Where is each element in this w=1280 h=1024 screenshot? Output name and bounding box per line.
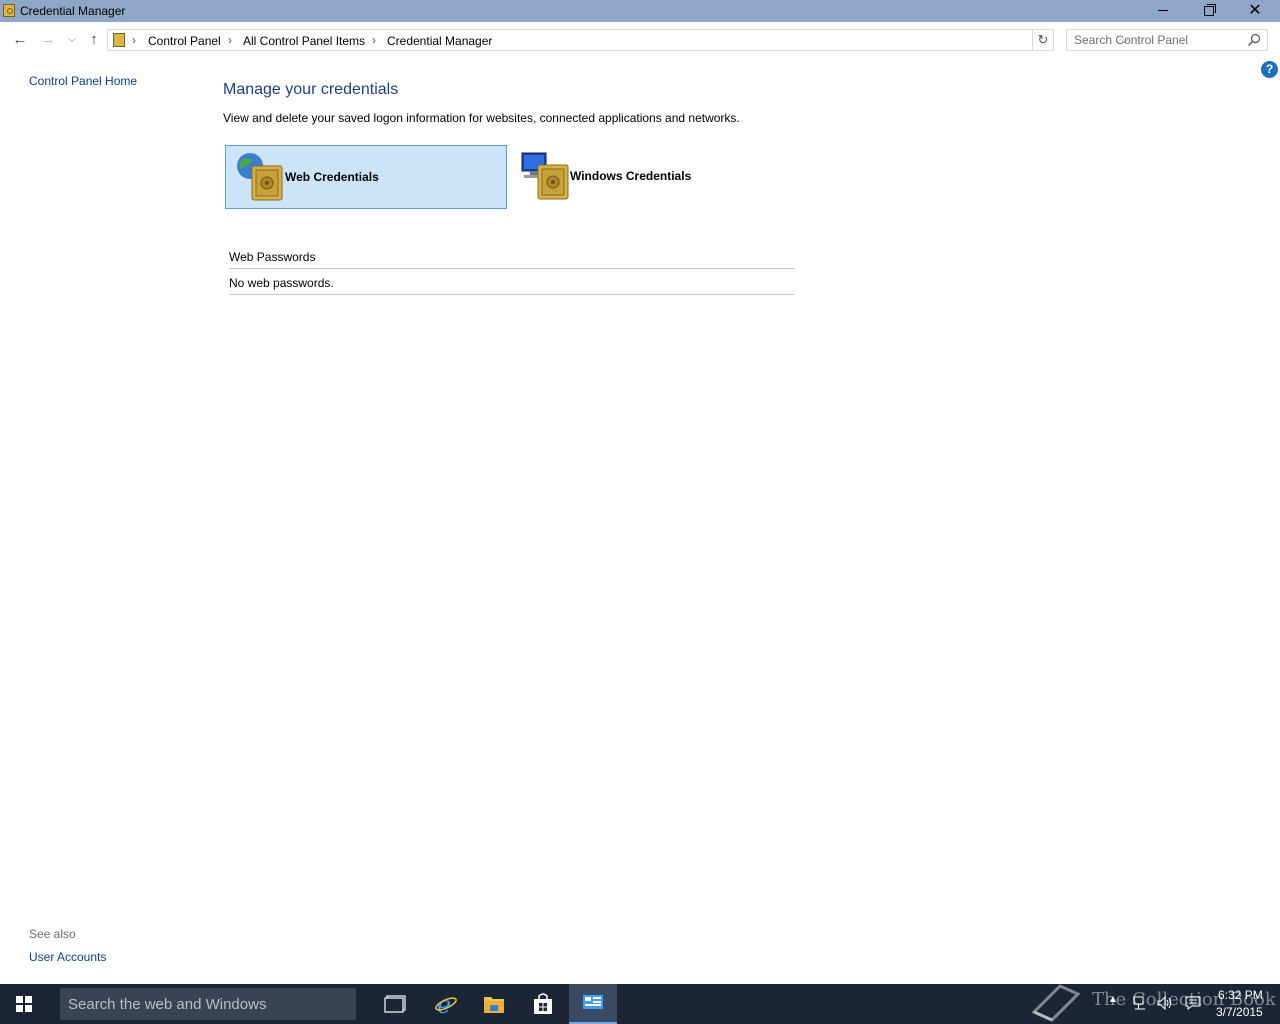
task-view-button[interactable] (370, 984, 418, 1024)
recent-locations-button[interactable]: ⌵ (62, 30, 82, 50)
windows-logo-icon (16, 996, 32, 1012)
windows-credentials-label: Windows Credentials (570, 169, 692, 183)
clock-time[interactable]: 6:32 PM (1218, 988, 1263, 1002)
address-bar[interactable]: › Control Panel › All Control Panel Item… (107, 29, 1128, 51)
computer-safe-icon (521, 152, 569, 200)
control-panel-icon (113, 33, 125, 47)
arrow-left-icon: ← (12, 31, 28, 48)
refresh-button[interactable]: ↻ (1033, 29, 1054, 51)
refresh-icon: ↻ (1037, 32, 1049, 47)
file-explorer-button[interactable] (470, 984, 518, 1024)
user-accounts-link[interactable]: User Accounts (29, 950, 106, 964)
title-bar: Credential Manager ✕ (0, 0, 1280, 22)
close-icon: ✕ (1248, 2, 1262, 19)
arrow-right-icon: → (40, 31, 56, 48)
arrow-up-icon: ↑ (90, 31, 98, 48)
search-input[interactable] (1074, 33, 1244, 47)
action-center-icon[interactable] (1185, 995, 1201, 1011)
page-title: Manage your credentials (223, 81, 399, 98)
control-panel-icon (583, 995, 603, 1009)
control-panel-home-link[interactable]: Control Panel Home (29, 74, 137, 88)
window-title: Credential Manager (20, 4, 126, 18)
restore-button[interactable] (1186, 0, 1232, 22)
breadcrumb-credential-manager[interactable]: Credential Manager (387, 34, 492, 48)
breadcrumb-all-items[interactable]: All Control Panel Items (243, 34, 365, 48)
taskbar-search-box[interactable]: Search the web and Windows (60, 988, 356, 1020)
web-credentials-label: Web Credentials (285, 170, 379, 184)
windows-credentials-tile[interactable]: Windows Credentials (512, 145, 794, 209)
chevron-right-icon[interactable]: › (228, 33, 232, 47)
minimize-icon (1158, 10, 1168, 11)
search-box[interactable] (1066, 29, 1268, 51)
store-bag-icon (534, 993, 552, 1014)
credential-manager-taskbar-button[interactable] (569, 984, 617, 1024)
book-logo-icon (1031, 984, 1081, 1022)
folder-icon (484, 997, 504, 1013)
chevron-down-icon: ⌵ (68, 34, 76, 45)
restore-icon (1204, 4, 1216, 16)
close-button[interactable]: ✕ (1232, 0, 1278, 22)
up-button[interactable]: ↑ (84, 30, 104, 50)
web-passwords-header: Web Passwords (229, 250, 316, 264)
web-credentials-tile[interactable]: Web Credentials (225, 145, 507, 209)
back-button[interactable]: ← (10, 30, 30, 50)
breadcrumb-control-panel[interactable]: Control Panel (148, 34, 221, 48)
internet-explorer-icon: e (435, 992, 457, 1016)
taskbar-search-placeholder: Search the web and Windows (68, 996, 267, 1013)
network-icon[interactable] (1133, 995, 1149, 1011)
store-button[interactable] (519, 984, 567, 1024)
start-button[interactable] (0, 984, 48, 1024)
forward-button[interactable]: → (38, 30, 58, 50)
minimize-button[interactable] (1140, 0, 1186, 22)
see-also-label: See also (29, 927, 76, 941)
empty-message: No web passwords. (229, 276, 334, 290)
chevron-right-icon: › (132, 33, 136, 47)
page-description: View and delete your saved logon informa… (223, 111, 740, 125)
globe-safe-icon (237, 153, 283, 201)
divider (229, 294, 794, 295)
search-icon[interactable] (1247, 33, 1261, 47)
help-icon[interactable]: ? (1261, 61, 1278, 78)
taskbar: Search the web and Windows e The Collect… (0, 984, 1280, 1024)
clock-date[interactable]: 3/7/2015 (1216, 1005, 1263, 1019)
divider (229, 268, 794, 269)
internet-explorer-button[interactable]: e (422, 984, 470, 1024)
task-view-icon (384, 995, 406, 1013)
show-hidden-icons-button[interactable]: ▲ (1108, 994, 1118, 1005)
chevron-right-icon[interactable]: › (372, 33, 376, 47)
volume-icon[interactable] (1157, 995, 1173, 1011)
credential-manager-icon (3, 4, 15, 17)
